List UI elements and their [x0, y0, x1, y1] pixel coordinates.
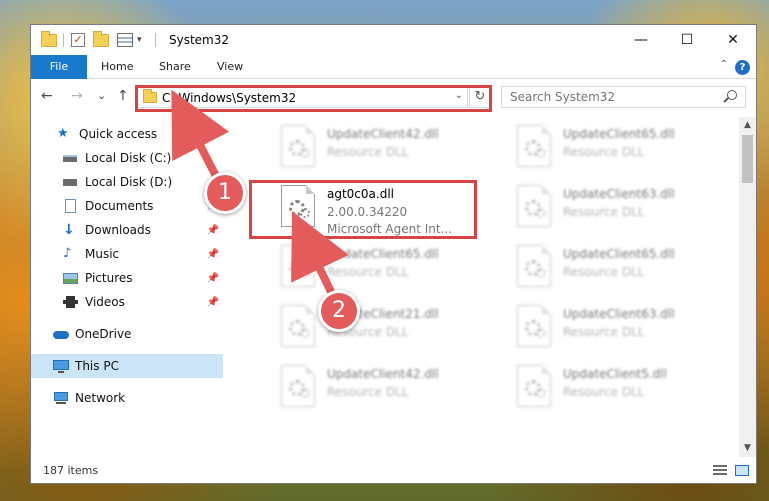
- arrow-1: [171, 89, 230, 184]
- step-1-marker: 1: [204, 172, 246, 214]
- arrow-2: [291, 211, 349, 302]
- annotation-arrows: [171, 89, 349, 304]
- step-2-marker: 2: [318, 290, 360, 332]
